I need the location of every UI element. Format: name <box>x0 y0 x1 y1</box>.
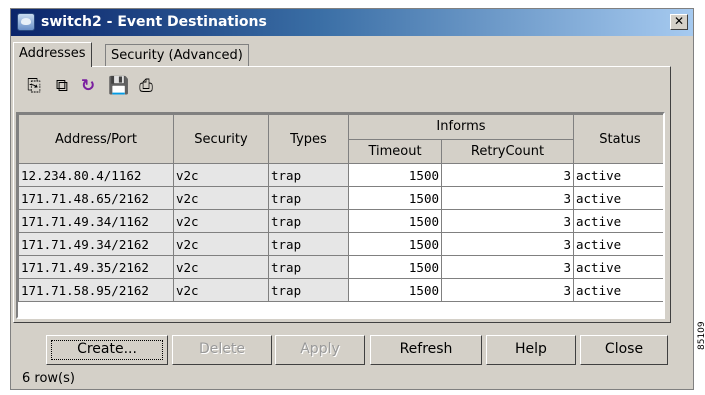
cell-types: trap <box>268 255 349 279</box>
cell-types: trap <box>268 186 349 210</box>
cell-status[interactable]: active <box>573 232 663 256</box>
cell-retrycount[interactable]: 3 <box>441 278 574 302</box>
table-row[interactable]: 171.71.49.35/2162 v2c trap 1500 3 active <box>18 255 663 279</box>
apply-button-label: Apply <box>300 341 340 357</box>
delete-button-label: Delete <box>199 341 245 357</box>
help-button-label: Help <box>515 341 547 357</box>
cell-status[interactable]: active <box>573 186 663 210</box>
refresh-icon[interactable]: ↻ <box>78 76 98 96</box>
cell-timeout[interactable]: 1500 <box>348 278 442 302</box>
cell-types: trap <box>268 232 349 256</box>
cell-types: trap <box>268 163 349 187</box>
cell-timeout[interactable]: 1500 <box>348 186 442 210</box>
tab-addresses-label: Addresses <box>19 46 86 61</box>
column-header-status[interactable]: Status <box>573 114 663 164</box>
cell-security: v2c <box>173 232 269 256</box>
window-title: switch2 - Event Destinations <box>41 14 267 30</box>
cell-timeout[interactable]: 1500 <box>348 232 442 256</box>
column-header-types[interactable]: Types <box>268 114 349 164</box>
table-row[interactable]: 171.71.58.95/2162 v2c trap 1500 3 active <box>18 278 663 302</box>
cell-timeout[interactable]: 1500 <box>348 255 442 279</box>
cell-security: v2c <box>173 209 269 233</box>
cell-status[interactable]: active <box>573 255 663 279</box>
column-header-retrycount[interactable]: RetryCount <box>441 138 574 164</box>
row-count-status: 6 row(s) <box>22 371 75 386</box>
cell-retrycount[interactable]: 3 <box>441 209 574 233</box>
save-icon[interactable]: 💾 <box>108 76 129 96</box>
cell-retrycount[interactable]: 3 <box>441 232 574 256</box>
cell-security: v2c <box>173 186 269 210</box>
cell-retrycount[interactable]: 3 <box>441 255 574 279</box>
tab-security-advanced-label: Security (Advanced) <box>111 48 243 63</box>
print-icon[interactable]: ⎙ <box>136 76 156 96</box>
cell-address: 12.234.80.4/1162 <box>18 163 174 187</box>
tab-addresses[interactable]: Addresses <box>13 42 92 67</box>
create-button[interactable]: Create... <box>46 335 168 365</box>
refresh-button-label: Refresh <box>399 341 453 357</box>
cell-security: v2c <box>173 163 269 187</box>
column-header-timeout[interactable]: Timeout <box>348 138 442 164</box>
column-header-address[interactable]: Address/Port <box>18 114 174 164</box>
refresh-button[interactable]: Refresh <box>370 335 482 365</box>
close-window-button[interactable]: ✕ <box>670 14 688 30</box>
cell-status[interactable]: active <box>573 278 663 302</box>
figure-id: 85109 <box>697 321 705 350</box>
close-icon: ✕ <box>673 14 685 28</box>
title-bar[interactable]: switch2 - Event Destinations ✕ <box>11 9 693 36</box>
table-row[interactable]: 171.71.49.34/1162 v2c trap 1500 3 active <box>18 209 663 233</box>
cell-status[interactable]: active <box>573 163 663 187</box>
column-header-security[interactable]: Security <box>173 114 269 164</box>
cell-status[interactable]: active <box>573 209 663 233</box>
app-icon <box>17 13 35 31</box>
close-button[interactable]: Close <box>580 335 668 365</box>
cell-timeout[interactable]: 1500 <box>348 163 442 187</box>
close-button-label: Close <box>604 341 644 357</box>
tab-security-advanced[interactable]: Security (Advanced) <box>105 44 249 66</box>
table-row[interactable]: 12.234.80.4/1162 v2c trap 1500 3 active <box>18 163 663 187</box>
cell-retrycount[interactable]: 3 <box>441 186 574 210</box>
create-row-icon[interactable]: ⎘ <box>24 76 44 96</box>
help-button[interactable]: Help <box>486 335 576 365</box>
cell-timeout[interactable]: 1500 <box>348 209 442 233</box>
delete-button[interactable]: Delete <box>172 335 272 365</box>
table-row[interactable]: 171.71.49.34/2162 v2c trap 1500 3 active <box>18 232 663 256</box>
cell-security: v2c <box>173 255 269 279</box>
cell-address: 171.71.49.35/2162 <box>18 255 174 279</box>
table-row[interactable]: 171.71.48.65/2162 v2c trap 1500 3 active <box>18 186 663 210</box>
cell-address: 171.71.58.95/2162 <box>18 278 174 302</box>
apply-button[interactable]: Apply <box>275 335 365 365</box>
cell-address: 171.71.48.65/2162 <box>18 186 174 210</box>
create-button-label: Create... <box>77 341 137 357</box>
cell-security: v2c <box>173 278 269 302</box>
cell-types: trap <box>268 209 349 233</box>
copy-row-icon[interactable]: ⧉ <box>52 76 72 96</box>
cell-address: 171.71.49.34/2162 <box>18 232 174 256</box>
cell-retrycount[interactable]: 3 <box>441 163 574 187</box>
cell-types: trap <box>268 278 349 302</box>
cell-address: 171.71.49.34/1162 <box>18 209 174 233</box>
column-group-informs: Informs <box>348 114 574 140</box>
event-destinations-table: Address/Port Security Types Informs Stat… <box>16 112 665 319</box>
